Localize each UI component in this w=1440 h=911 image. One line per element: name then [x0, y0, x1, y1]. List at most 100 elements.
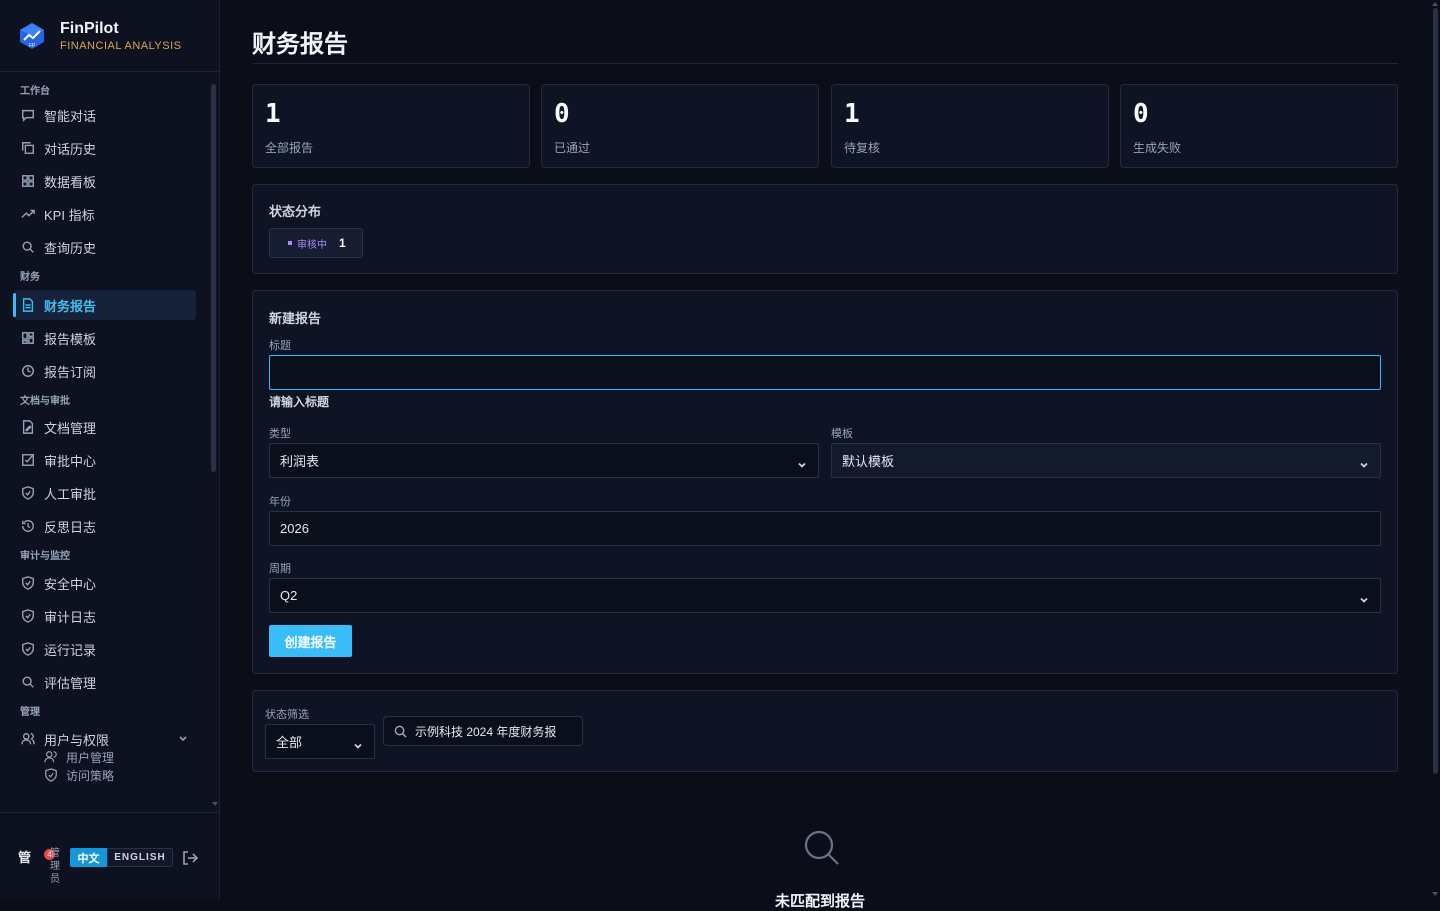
sidebar-item-chat-history[interactable]: 对话历史	[14, 133, 196, 163]
brand[interactable]: FP FinPilot FINANCIAL ANALYSIS	[0, 0, 219, 72]
filter-card: 状态筛选 全部 示例科技 2024 年度财务报	[252, 690, 1398, 772]
sidebar-item-chat[interactable]: 智能对话	[14, 100, 196, 130]
page-scrollbar[interactable]	[1433, 8, 1438, 774]
sidebar-item-kpi[interactable]: KPI 指标	[14, 199, 196, 229]
search-icon	[394, 725, 407, 738]
shield-icon	[20, 641, 36, 657]
sidebar-item-users-permissions[interactable]: 用户与权限	[14, 724, 196, 754]
users-icon	[20, 731, 36, 747]
status-filter-label: 状态筛选	[265, 709, 309, 721]
chevron-down-icon	[798, 457, 806, 468]
sidebar-item-label: 安全中心	[44, 576, 97, 592]
section-title: 财务	[20, 272, 40, 283]
period-label: 周期	[269, 563, 291, 575]
template-select[interactable]: 默认模板	[831, 443, 1381, 478]
sidebar-item-label: 人工审批	[44, 486, 97, 502]
sidebar-nav: 工作台 智能对话 对话历史 数据看板 KPI 指标 查询历史 财务 财务报告 报…	[0, 72, 210, 812]
status-distribution-card: 状态分布 审核中 1	[252, 184, 1398, 274]
sidebar-item-dashboard[interactable]: 数据看板	[14, 166, 196, 196]
sidebar-item-label: KPI 指标	[44, 207, 95, 223]
lang-zh-button[interactable]: 中文	[70, 848, 107, 867]
search-icon	[20, 674, 36, 690]
title-input[interactable]	[269, 355, 1381, 390]
sidebar-item-approval-center[interactable]: 审批中心	[14, 445, 196, 475]
sidebar-item-security-center[interactable]: 安全中心	[14, 568, 196, 598]
sidebar-scrollbar[interactable]	[211, 84, 216, 472]
main-content: 财务报告 1 全部报告 0 已通过 1 待复核 0 生成失败 状态分布 审核中 …	[220, 0, 1440, 910]
sidebar-item-manual-approval[interactable]: 人工审批	[14, 478, 196, 508]
create-report-button[interactable]: 创建报告	[269, 625, 352, 657]
sidebar-subitem-label: 访问策略	[66, 768, 115, 783]
brand-name: FinPilot	[60, 19, 119, 37]
sidebar-item-label: 文档管理	[44, 420, 97, 436]
chevron-down-icon	[1360, 592, 1368, 603]
chevron-down-icon	[354, 738, 362, 749]
sidebar-item-label: 运行记录	[44, 642, 97, 658]
section-title: 管理	[20, 707, 40, 718]
year-input[interactable]: 2026	[269, 511, 1381, 546]
sidebar-item-label: 用户与权限	[44, 732, 110, 748]
status-filter-select[interactable]: 全部	[265, 724, 375, 759]
sidebar-scroll-down-arrow[interactable]	[212, 802, 218, 806]
sidebar-item-evaluation[interactable]: 评估管理	[14, 667, 196, 697]
clock-icon	[20, 363, 36, 379]
stat-value: 1	[844, 99, 860, 129]
svg-text:FP: FP	[29, 43, 36, 49]
logo-icon: FP	[18, 22, 46, 50]
stat-label: 待复核	[844, 141, 881, 155]
lang-en-button[interactable]: ENGLISH	[107, 848, 173, 867]
copy-icon	[20, 140, 36, 156]
stat-label: 生成失败	[1133, 141, 1182, 155]
template-icon	[20, 330, 36, 346]
history-icon	[20, 518, 36, 534]
document-icon	[20, 297, 36, 313]
type-select[interactable]: 利润表	[269, 443, 819, 478]
sidebar-item-label: 报告模板	[44, 331, 97, 347]
type-select-value: 利润表	[280, 454, 320, 469]
sidebar-item-financial-reports[interactable]: 财务报告	[13, 290, 196, 320]
sidebar-item-label: 报告订阅	[44, 364, 97, 380]
sidebar-item-audit-log[interactable]: 审计日志	[14, 601, 196, 631]
card-title: 状态分布	[269, 204, 322, 219]
sidebar-item-run-records[interactable]: 运行记录	[14, 634, 196, 664]
template-select-value: 默认模板	[842, 454, 895, 469]
section-title: 文档与审批	[20, 396, 70, 407]
sidebar-item-report-subscriptions[interactable]: 报告订阅	[14, 356, 196, 386]
shield-icon	[20, 575, 36, 591]
file-edit-icon	[20, 419, 36, 435]
stat-value: 0	[1133, 99, 1149, 129]
sidebar-item-label: 智能对话	[44, 108, 97, 124]
scroll-up-arrow[interactable]	[1432, 2, 1438, 6]
sidebar-item-reflection-log[interactable]: 反思日志	[14, 511, 196, 541]
status-count: 1	[339, 236, 346, 250]
search-input-value: 示例科技 2024 年度财务报	[415, 724, 557, 739]
title-label: 标题	[269, 340, 291, 352]
user-name: 管理员	[50, 848, 60, 885]
search-input[interactable]: 示例科技 2024 年度财务报	[383, 716, 583, 746]
section-title: 审计与监控	[20, 551, 70, 562]
status-dot	[288, 241, 292, 245]
card-title: 新建报告	[269, 311, 322, 326]
sidebar-subitem-access-policy[interactable]: 访问策略	[44, 766, 210, 784]
logout-icon[interactable]	[181, 849, 199, 867]
status-tag: 审核中	[288, 236, 327, 251]
chevron-down-icon	[178, 732, 188, 742]
chat-icon	[20, 107, 36, 123]
sidebar-item-documents[interactable]: 文档管理	[14, 412, 196, 442]
sidebar-item-query-history[interactable]: 查询历史	[14, 232, 196, 262]
sidebar-item-label: 审计日志	[44, 609, 97, 625]
sidebar-item-label: 对话历史	[44, 141, 97, 157]
avatar[interactable]: 管	[18, 847, 31, 866]
empty-state-text: 未匹配到报告	[775, 893, 866, 910]
scroll-down-arrow[interactable]	[1432, 892, 1438, 896]
trend-icon	[20, 206, 36, 222]
brand-subtitle: FINANCIAL ANALYSIS	[60, 39, 182, 52]
shield-icon	[20, 485, 36, 501]
sidebar-item-report-templates[interactable]: 报告模板	[14, 323, 196, 353]
search-icon	[802, 828, 842, 868]
stat-label: 已通过	[554, 141, 591, 155]
period-select[interactable]: Q2	[269, 578, 1381, 613]
template-label: 模板	[831, 428, 853, 440]
sidebar-item-label: 评估管理	[44, 675, 97, 691]
status-chip[interactable]: 审核中 1	[269, 228, 363, 258]
